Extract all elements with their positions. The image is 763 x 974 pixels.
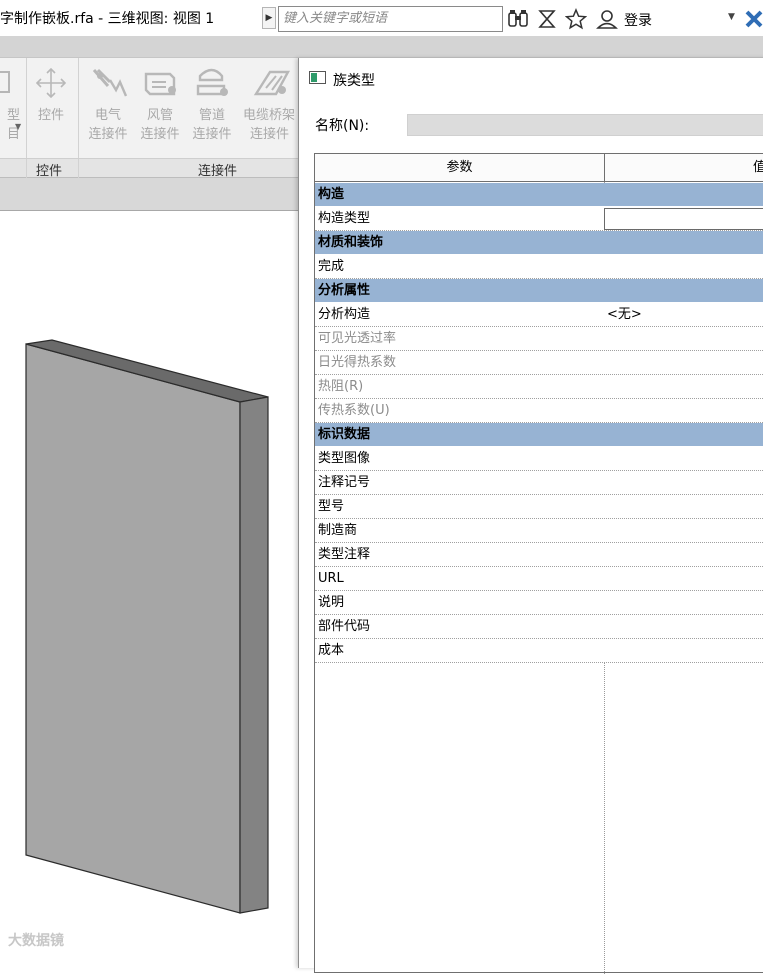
search-input[interactable]: 键入关键字或短语 [278, 6, 503, 32]
parameter-name: 说明 [318, 595, 345, 610]
parameter-row[interactable]: 构造类型 [315, 207, 763, 231]
column-header-parameter[interactable]: 参数 [315, 154, 605, 182]
duct-connector-button[interactable]: 风管 连接件 [134, 62, 186, 144]
partial-ribbon-button[interactable]: 型 目 [0, 62, 20, 144]
parameter-row[interactable]: 型号 [315, 495, 763, 519]
parameter-name: 类型注释 [318, 547, 371, 562]
chevron-down-icon[interactable]: ▼ [15, 122, 21, 131]
control-arrows-icon [35, 67, 67, 99]
parameter-name: 成本 [318, 643, 345, 658]
pipe-connector-icon [196, 68, 228, 96]
parameter-row[interactable]: 日光得热系数 [315, 351, 763, 375]
parameter-name: 类型图像 [318, 451, 371, 466]
duct-connector-icon [144, 72, 176, 96]
3d-view-canvas[interactable] [0, 211, 300, 957]
user-icon[interactable] [596, 8, 618, 30]
electrical-connector-icon [92, 68, 128, 97]
parameter-name: 完成 [318, 259, 345, 274]
partial-tool-icon [0, 71, 10, 93]
parameter-name: 型号 [318, 499, 345, 514]
parameter-row[interactable]: 说明 [315, 591, 763, 615]
electrical-connector-button[interactable]: 电气 连接件 [82, 62, 134, 144]
parameter-row[interactable]: 成本 [315, 639, 763, 663]
group-header[interactable]: 标识数据 [315, 423, 763, 447]
parameter-name: 可见光透过率 [318, 331, 397, 346]
subscription-center-icon[interactable] [536, 8, 558, 30]
dialog-title: 族类型 [333, 73, 375, 89]
parameter-row[interactable]: 热阻(R) [315, 375, 763, 399]
pipe-connector-button[interactable]: 管道 连接件 [186, 62, 238, 144]
chevron-down-icon[interactable]: ▼ [728, 12, 735, 22]
star-icon[interactable] [565, 8, 587, 30]
parameter-row[interactable]: 类型注释 [315, 543, 763, 567]
parameter-value[interactable]: <无> [607, 303, 642, 326]
name-label: 名称(N): [315, 118, 370, 134]
parameters-grid: 参数 值 构造构造类型材质和装饰完成分析属性分析构造 <无> 可见光透过率 日光得热系… [314, 153, 763, 974]
ribbon-tab-strip [0, 36, 763, 58]
parameter-name: 制造商 [318, 523, 358, 538]
family-types-icon [309, 71, 326, 84]
control-button[interactable]: 控件 [30, 62, 72, 125]
parameter-row[interactable]: 部件代码 [315, 615, 763, 639]
binoculars-icon[interactable] [507, 8, 529, 30]
parameter-name: 部件代码 [318, 619, 371, 634]
document-title: 字制作嵌板.rfa - 三维视图: 视图 1 [0, 11, 215, 27]
parameter-name: 热阻(R) [318, 379, 364, 394]
parameter-name: 构造类型 [318, 211, 371, 226]
parameter-row[interactable]: 注释记号 [315, 471, 763, 495]
parameter-row[interactable]: 分析构造 <无> [315, 303, 763, 327]
parameter-name: URL [318, 571, 344, 586]
exchange-apps-icon[interactable] [745, 9, 763, 29]
parameter-row[interactable]: 传热系数(U) [315, 399, 763, 423]
login-link[interactable]: 登录 [624, 10, 652, 30]
parameter-row[interactable]: 类型图像 [315, 447, 763, 471]
parameter-row[interactable]: 制造商 [315, 519, 763, 543]
column-header-value[interactable]: 值 [753, 154, 763, 181]
watermark-logo: 大数据镜 [8, 933, 64, 949]
title-bar: 字制作嵌板.rfa - 三维视图: 视图 1 ▶ 键入关键字或短语 登录 ▼ [0, 0, 763, 36]
parameter-name: 传热系数(U) [318, 403, 390, 418]
panel-label-control: 控件 [36, 164, 63, 179]
grid-rows: 构造构造类型材质和装饰完成分析属性分析构造 <无> 可见光透过率 日光得热系数 热阻(R… [315, 183, 763, 663]
parameter-name: 注释记号 [318, 475, 371, 490]
parameter-name: 分析构造 [318, 307, 371, 322]
parameter-row[interactable]: URL [315, 567, 763, 591]
panel-3d-model[interactable] [0, 211, 300, 957]
parameter-value-input[interactable] [604, 208, 763, 230]
parameter-name: 日光得热系数 [318, 355, 397, 370]
parameter-row[interactable]: 可见光透过率 [315, 327, 763, 351]
cable-tray-connector-icon [253, 70, 291, 96]
group-header[interactable]: 构造 [315, 183, 763, 207]
panel-label-connectors: 连接件 [198, 164, 238, 179]
grid-header: 参数 值 [315, 154, 763, 182]
name-dropdown[interactable] [407, 114, 763, 136]
family-types-dialog: 族类型 名称(N): 参数 值 构造构造类型材质和装饰完成分析属性分析构造 <无>… [298, 58, 763, 974]
cable-tray-connector-button[interactable]: 电缆桥架 连接件 [240, 62, 302, 144]
group-header[interactable]: 分析属性 [315, 279, 763, 303]
search-expand-arrow-icon[interactable]: ▶ [262, 7, 276, 29]
group-header[interactable]: 材质和装饰 [315, 231, 763, 255]
parameter-row[interactable]: 完成 [315, 255, 763, 279]
